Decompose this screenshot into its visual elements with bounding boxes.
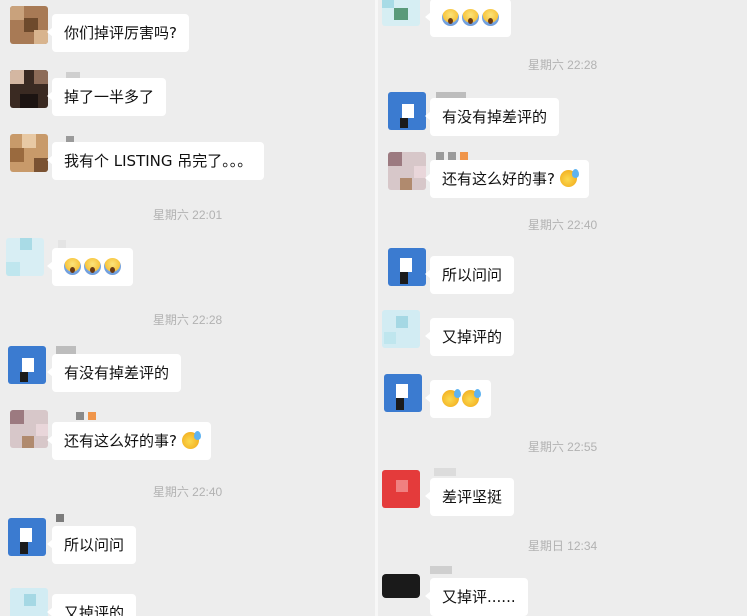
emoji-row <box>442 9 499 27</box>
message-text: 你们掉评厉害吗? <box>64 24 177 42</box>
nickname-blur <box>436 152 468 160</box>
avatar[interactable] <box>382 566 420 604</box>
message-row: 又掉评的 <box>0 582 375 616</box>
message-bubble[interactable]: 还有这么好的事? <box>425 160 589 198</box>
avatar[interactable] <box>10 6 48 44</box>
chat-panel-right: 星期六 22:28 有没有掉差评的 还有这么好的事? 星期六 22:40 所以问… <box>378 0 747 616</box>
message-row <box>378 370 747 430</box>
avatar[interactable] <box>8 346 46 384</box>
timestamp: 星期六 22:40 <box>527 218 598 232</box>
scream-emoji <box>84 258 101 275</box>
message-text: 我有个 LISTING 吊完了。。。 <box>64 152 253 170</box>
message-bubble[interactable]: 所以问问 <box>46 526 137 564</box>
message-text: 还有这么好的事? <box>442 170 555 188</box>
message-bubble[interactable]: 你们掉评厉害吗? <box>47 14 189 52</box>
avatar[interactable] <box>388 152 426 190</box>
message-text: 掉了一半多了 <box>64 88 155 106</box>
message-row: 有没有掉差评的 <box>378 86 747 146</box>
message-text: 又掉评的 <box>442 328 503 346</box>
avatar[interactable] <box>10 410 48 448</box>
message-bubble[interactable] <box>425 380 491 418</box>
scream-emoji <box>482 9 499 26</box>
sweat-emoji <box>462 389 481 407</box>
timestamp: 星期六 22:01 <box>152 208 223 222</box>
message-bubble[interactable]: 差评坚挺 <box>424 478 515 516</box>
timestamp: 星期六 22:28 <box>527 58 598 72</box>
message-bubble[interactable] <box>425 0 511 37</box>
message-row <box>0 236 375 296</box>
emoji-row <box>64 258 121 276</box>
sweat-emoji <box>181 431 201 449</box>
timestamp: 星期六 22:55 <box>527 440 598 454</box>
nickname-blur <box>430 566 452 574</box>
message-bubble[interactable]: 掉了一半多了 <box>46 78 167 116</box>
message-bubble[interactable]: 还有这么好的事? <box>47 422 211 460</box>
timestamp: 星期六 22:28 <box>152 313 223 327</box>
avatar[interactable] <box>382 0 420 26</box>
message-text: 还有这么好的事? <box>64 432 177 450</box>
nickname-blur <box>434 468 456 476</box>
nickname-blur <box>58 240 66 248</box>
message-row: 所以问问 <box>0 510 375 570</box>
timestamp: 星期六 22:40 <box>152 485 223 499</box>
message-row <box>378 0 747 48</box>
message-row: 所以问问 <box>378 244 747 304</box>
message-bubble[interactable]: 有没有掉差评的 <box>46 354 182 392</box>
message-row: 又掉评...... <box>378 562 747 616</box>
message-row: 差评坚挺 <box>378 464 747 524</box>
message-text: 又掉评的 <box>64 604 125 616</box>
sweat-emoji <box>442 389 461 407</box>
avatar[interactable] <box>382 470 420 508</box>
message-text: 有没有掉差评的 <box>64 364 170 382</box>
scream-emoji <box>104 258 121 275</box>
nickname-blur <box>56 514 64 522</box>
message-bubble[interactable]: 又掉评...... <box>425 578 528 616</box>
message-row: 掉了一半多了 <box>0 66 375 126</box>
chat-panel-left: 你们掉评厉害吗? 掉了一半多了 我有个 LISTING 吊完了。。。 星期六 2… <box>0 0 375 616</box>
message-row: 有没有掉差评的 <box>0 340 375 400</box>
avatar[interactable] <box>8 518 46 556</box>
message-row: 还有这么好的事? <box>378 148 747 208</box>
message-text: 所以问问 <box>64 536 125 554</box>
avatar[interactable] <box>10 70 48 108</box>
scream-emoji <box>462 9 479 26</box>
avatar[interactable] <box>382 310 420 348</box>
avatar[interactable] <box>10 588 48 616</box>
avatar[interactable] <box>384 374 422 412</box>
scream-emoji <box>442 9 459 26</box>
avatar[interactable] <box>6 238 44 276</box>
message-bubble[interactable]: 又掉评的 <box>424 318 515 356</box>
message-bubble[interactable]: 所以问问 <box>424 256 515 294</box>
message-row: 又掉评的 <box>378 306 747 366</box>
message-row: 还有这么好的事? <box>0 404 375 464</box>
message-bubble[interactable]: 又掉评的 <box>46 594 137 616</box>
scream-emoji <box>64 258 81 275</box>
message-text: 又掉评...... <box>442 588 516 606</box>
message-text: 差评坚挺 <box>442 488 503 506</box>
message-row: 你们掉评厉害吗? <box>0 2 375 62</box>
message-bubble[interactable]: 我有个 LISTING 吊完了。。。 <box>46 142 265 180</box>
nickname-blur <box>56 346 76 354</box>
message-bubble[interactable]: 有没有掉差评的 <box>424 98 560 136</box>
message-text: 有没有掉差评的 <box>442 108 548 126</box>
message-text: 所以问问 <box>442 266 503 284</box>
avatar[interactable] <box>388 248 426 286</box>
emoji-row <box>442 389 481 408</box>
avatar[interactable] <box>10 134 48 172</box>
message-bubble[interactable] <box>47 248 133 286</box>
message-row: 我有个 LISTING 吊完了。。。 <box>0 130 375 190</box>
sweat-emoji <box>559 169 579 187</box>
nickname-blur <box>76 412 96 420</box>
avatar[interactable] <box>388 92 426 130</box>
timestamp: 星期日 12:34 <box>527 539 598 553</box>
